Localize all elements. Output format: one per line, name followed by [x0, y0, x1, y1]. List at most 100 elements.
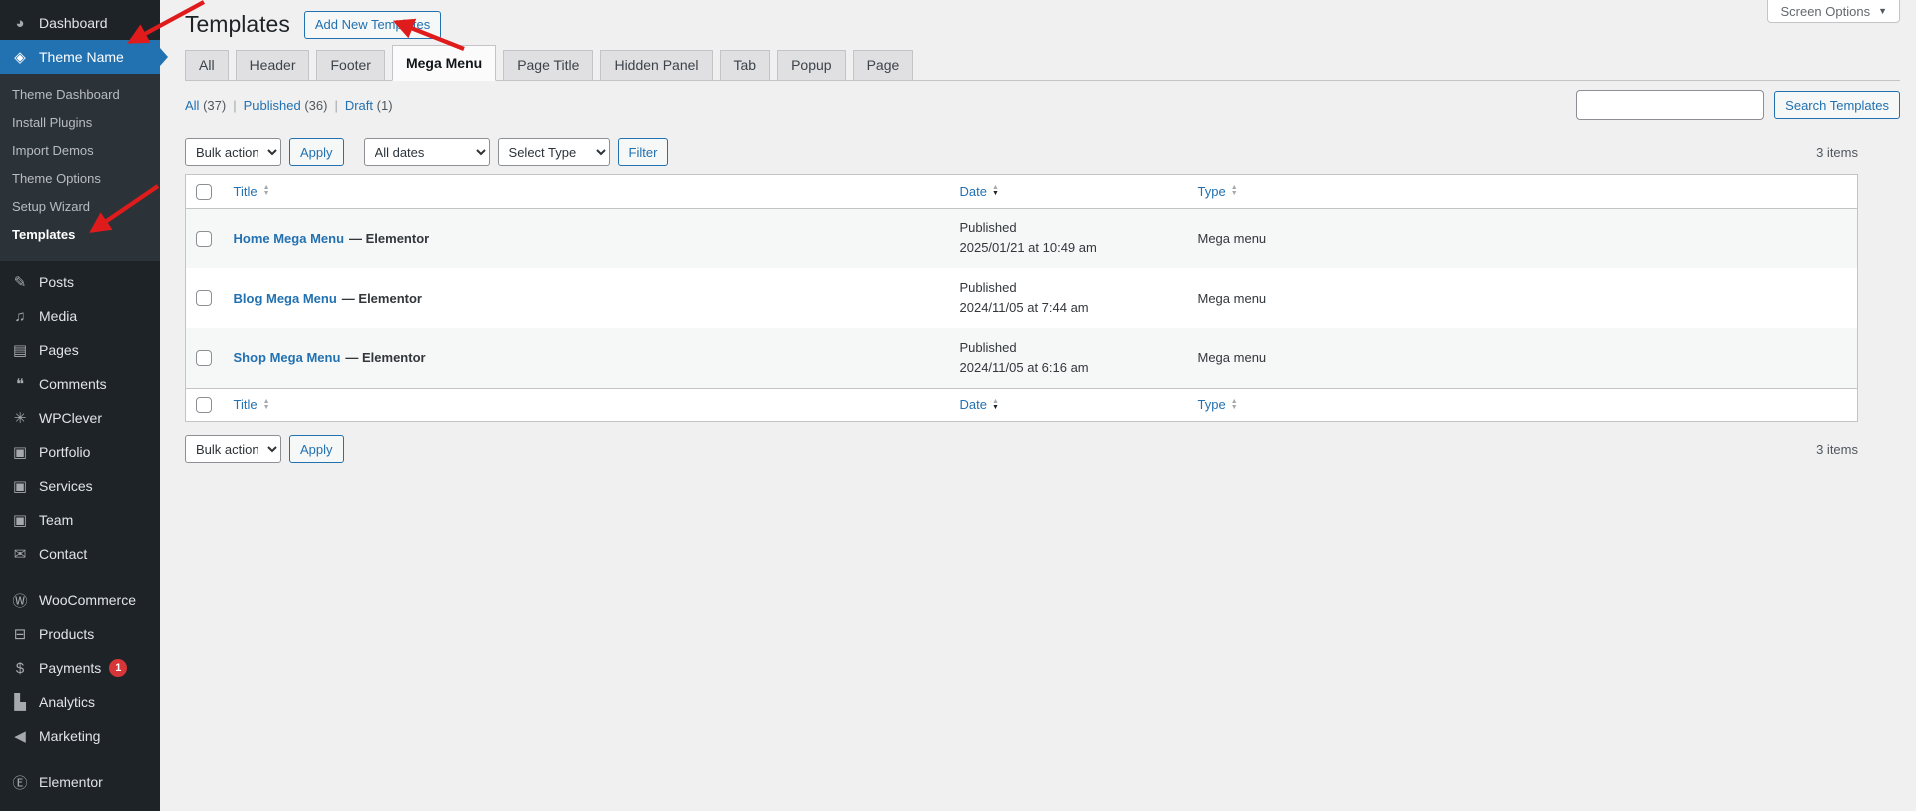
sidebar-item-marketing[interactable]: ◀ Marketing	[0, 719, 160, 753]
bulk-actions-select[interactable]: Bulk actions	[185, 435, 281, 464]
sidebar-item-media[interactable]: ♫ Media	[0, 299, 160, 333]
sidebar-item-dashboard[interactable]: ◕ Dashboard	[0, 6, 160, 40]
sidebar-item-portfolio[interactable]: ▣ Portfolio	[0, 435, 160, 469]
pages-icon: ▤	[12, 342, 28, 359]
submenu-item-import-demos[interactable]: Import Demos	[0, 137, 160, 165]
templates-table: Title ▲ ▼ Date ▲ ▼ Type ▲ ▼ Home Mega Me…	[185, 174, 1858, 423]
table-row: Shop Mega Menu — Elementor Published 2024…	[185, 328, 1858, 389]
search-templates-input[interactable]	[1576, 90, 1765, 120]
sidebar-item-payments[interactable]: $ Payments 1	[0, 651, 160, 685]
tab-all[interactable]: All	[185, 50, 229, 80]
apply-button[interactable]: Apply	[289, 435, 344, 464]
sidebar-item-analytics[interactable]: ▙ Analytics	[0, 685, 160, 719]
template-title-link[interactable]: Shop Mega Menu	[234, 350, 341, 365]
sidebar-item-posts[interactable]: ✎ Posts	[0, 265, 160, 299]
sidebar-item-wpclever[interactable]: ✳ WPClever	[0, 401, 160, 435]
sidebar-group-commerce: Ⓦ WooCommerce ⊟ Products $ Payments 1 ▙ …	[0, 583, 160, 753]
tab-header[interactable]: Header	[235, 50, 310, 80]
sort-by-date-link[interactable]: Date ▲ ▼	[960, 184, 999, 199]
tab-page[interactable]: Page	[852, 50, 914, 80]
status-filter-links: All (37) | Published (36) | Draft (1)	[185, 98, 393, 113]
submenu-item-templates[interactable]: Templates	[0, 221, 160, 249]
sidebar-item-team[interactable]: ▣ Team	[0, 503, 160, 537]
filter-and-search-row: All (37) | Published (36) | Draft (1) Se…	[185, 89, 1900, 121]
list-table-area: Bulk actions Apply All dates Select Type…	[185, 137, 1858, 464]
sidebar-item-woocommerce[interactable]: Ⓦ WooCommerce	[0, 583, 160, 617]
column-label-date: Date	[959, 183, 987, 199]
sidebar-item-label: Team	[39, 512, 74, 528]
sort-by-date-link[interactable]: Date ▲ ▼	[960, 397, 999, 412]
sort-by-type-link[interactable]: Type ▲ ▼	[1198, 184, 1238, 199]
sidebar-item-label: Elementor	[39, 774, 103, 790]
template-type-tabs: All Header Footer Mega Menu Page Title H…	[185, 45, 1900, 81]
template-title-link[interactable]: Blog Mega Menu	[234, 291, 337, 306]
type-filter-select[interactable]: Select Type	[497, 138, 610, 166]
sidebar-item-pages[interactable]: ▤ Pages	[0, 333, 160, 367]
apply-button[interactable]: Apply	[289, 138, 344, 166]
tab-hidden-panel[interactable]: Hidden Panel	[600, 50, 713, 80]
team-folder-icon: ▣	[12, 512, 28, 529]
template-title-link[interactable]: Home Mega Menu	[234, 231, 345, 246]
status-link-label: Published	[243, 97, 301, 113]
status-count: (37)	[203, 97, 227, 113]
services-folder-icon: ▣	[12, 478, 28, 495]
woocommerce-icon: Ⓦ	[12, 592, 28, 610]
search-templates-button[interactable]: Search Templates	[1774, 91, 1900, 119]
template-builder-suffix: — Elementor	[341, 290, 422, 306]
analytics-chart-icon: ▙	[14, 694, 26, 711]
add-new-templates-button[interactable]: Add New Templates	[303, 10, 442, 39]
sidebar-item-label: WPClever	[39, 410, 103, 426]
sidebar-item-label: WooCommerce	[39, 592, 136, 608]
tab-footer[interactable]: Footer	[316, 50, 385, 80]
payments-notification-badge: 1	[109, 659, 128, 677]
tab-page-title[interactable]: Page Title	[503, 50, 594, 80]
bulk-actions-select[interactable]: Bulk actions	[185, 138, 281, 166]
sort-icons: ▲ ▼	[263, 398, 270, 411]
template-builder-suffix: — Elementor	[345, 350, 426, 366]
status-link-draft[interactable]: Draft (1)	[345, 98, 393, 113]
tab-mega-menu[interactable]: Mega Menu	[391, 45, 497, 81]
column-label-type: Type	[1197, 183, 1226, 199]
sidebar-item-contact[interactable]: ✉ Contact	[0, 537, 160, 571]
sidebar-group-content: ✎ Posts ♫ Media ▤ Pages ❝ Comments ✳ WPC…	[0, 265, 160, 571]
sidebar-item-services[interactable]: ▣ Services	[0, 469, 160, 503]
row-checkbox[interactable]	[196, 290, 212, 307]
sidebar-item-elementor[interactable]: Ⓔ Elementor	[0, 765, 160, 799]
status-count: (1)	[376, 97, 393, 113]
dates-filter-select[interactable]: All dates	[363, 138, 490, 166]
filter-button[interactable]: Filter	[617, 138, 669, 166]
select-all-checkbox[interactable]	[196, 397, 212, 414]
sidebar-item-label: Pages	[39, 342, 79, 358]
tab-tab[interactable]: Tab	[719, 50, 771, 80]
row-status: Published	[959, 280, 1017, 296]
submenu-item-setup-wizard[interactable]: Setup Wizard	[0, 193, 160, 221]
table-row: Blog Mega Menu — Elementor Published 2024…	[186, 268, 1858, 328]
sidebar-item-products[interactable]: ⊟ Products	[0, 617, 160, 651]
sort-desc-icon: ▼	[991, 190, 999, 198]
table-header: Title ▲ ▼ Date ▲ ▼ Type ▲ ▼	[185, 174, 1858, 209]
submenu-item-theme-dashboard[interactable]: Theme Dashboard	[0, 81, 160, 109]
elementor-icon: Ⓔ	[12, 774, 28, 792]
screen-options-button[interactable]: Screen Options ▼	[1767, 0, 1900, 23]
sort-by-title-link[interactable]: Title ▲ ▼	[234, 184, 270, 199]
submenu-item-install-plugins[interactable]: Install Plugins	[0, 109, 160, 137]
row-checkbox[interactable]	[196, 350, 212, 367]
sidebar-item-label: Analytics	[39, 694, 96, 710]
status-link-published[interactable]: Published (36)	[244, 98, 328, 113]
theme-shield-icon: ◈	[14, 49, 26, 66]
submenu-item-theme-options[interactable]: Theme Options	[0, 165, 160, 193]
select-all-checkbox[interactable]	[196, 183, 212, 200]
sidebar-item-theme-name[interactable]: ◈ Theme Name	[0, 40, 168, 74]
sidebar-item-comments[interactable]: ❝ Comments	[0, 367, 160, 401]
template-builder-suffix: — Elementor	[349, 230, 430, 246]
status-link-all[interactable]: All (37)	[185, 98, 226, 113]
theme-submenu: Theme Dashboard Install Plugins Import D…	[0, 74, 160, 261]
sort-by-type-link[interactable]: Type ▲ ▼	[1198, 397, 1238, 412]
sort-by-title-link[interactable]: Title ▲ ▼	[234, 397, 270, 412]
sort-icons: ▲ ▼	[991, 184, 999, 198]
row-checkbox[interactable]	[196, 230, 212, 247]
column-label-title: Title	[233, 397, 258, 413]
row-status: Published	[959, 339, 1017, 355]
tab-popup[interactable]: Popup	[777, 50, 846, 80]
posts-pin-icon: ✎	[13, 274, 27, 291]
